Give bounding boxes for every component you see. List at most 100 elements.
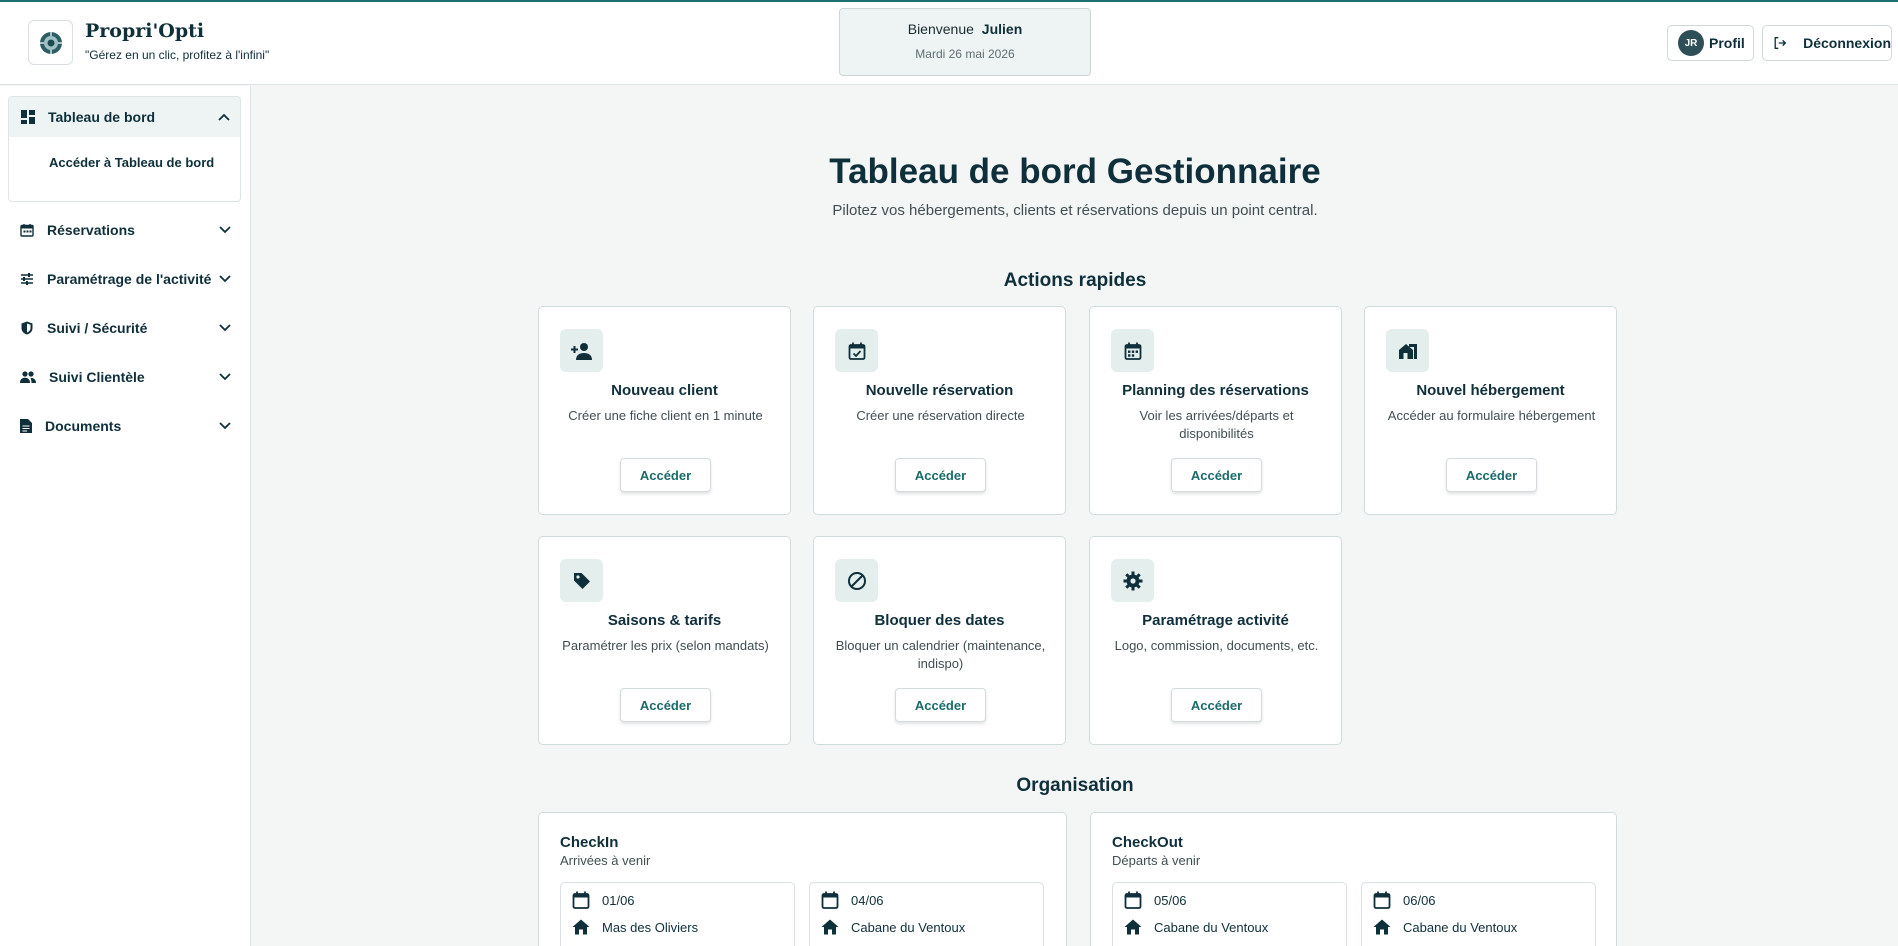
entry-date-row: 04/06 [821, 891, 884, 909]
sidebar-item-reservations[interactable]: Réservations [8, 210, 241, 250]
access-button[interactable]: Accéder [1171, 458, 1262, 492]
shield-icon [21, 321, 33, 335]
checkout-subtitle: Départs à venir [1112, 853, 1201, 868]
access-button[interactable]: Accéder [1171, 688, 1262, 722]
quick-actions-title: Actions rapides [1003, 270, 1147, 291]
checkout-title: CheckOut [1112, 834, 1183, 851]
calendar-icon [1373, 891, 1391, 909]
entry-place: Cabane du Ventoux [1403, 919, 1518, 935]
sidebar-item-dashboard[interactable]: Tableau de bord [9, 97, 240, 137]
calendar-icon [20, 224, 34, 237]
gear-icon [1123, 571, 1142, 590]
sidebar-item-clientele[interactable]: Suivi Clientèle [8, 357, 241, 397]
checkin-title: CheckIn [560, 834, 619, 851]
entry-date: 06/06 [1403, 892, 1436, 908]
chevron-up-icon[interactable] [218, 113, 230, 121]
card-title: Nouvel hébergement [1416, 382, 1565, 399]
card-parametrage-activite: Paramétrage activité Logo, commission, d… [1089, 536, 1342, 745]
entry-date: 04/06 [851, 892, 884, 908]
home-icon [572, 919, 590, 935]
logout-button[interactable]: Déconnexion [1762, 25, 1892, 61]
welcome-label: Bienvenue [907, 21, 974, 37]
chevron-down-icon[interactable] [219, 275, 231, 283]
card-planning-reservations: Planning des réservations Voir les arriv… [1089, 306, 1342, 515]
avatar: JR [1678, 30, 1704, 56]
entry-place: Mas des Oliviers [602, 919, 699, 935]
card-title: Bloquer des dates [874, 612, 1005, 629]
profile-button[interactable]: JR Profil [1667, 25, 1754, 61]
access-button[interactable]: Accéder [895, 458, 986, 492]
sidebar-item-securite[interactable]: Suivi / Sécurité [8, 308, 241, 348]
house-icon [1398, 343, 1417, 359]
sidebar-subitem-dashboard[interactable]: Accéder à Tableau de bord [9, 137, 240, 170]
home-icon [1124, 919, 1142, 935]
calendar-icon [821, 891, 839, 909]
sidebar-item-label: Documents [45, 418, 122, 434]
card-icon [1111, 329, 1154, 372]
app-name: Propri'Opti [85, 20, 205, 42]
access-button[interactable]: Accéder [620, 458, 711, 492]
card-title: Nouveau client [611, 382, 718, 399]
entry-date: 01/06 [602, 892, 635, 908]
entry-date-row: 06/06 [1373, 891, 1436, 909]
entry-place-row: Cabane du Ventoux [821, 919, 965, 935]
chevron-down-icon[interactable] [219, 422, 231, 430]
page-title: Tableau de bord Gestionnaire [829, 152, 1321, 191]
sidebar-item-label: Suivi Clientèle [49, 369, 145, 385]
card-description: Paramétrer les prix (selon mandats) [562, 638, 769, 653]
sidebar-item-label: Réservations [47, 222, 135, 238]
card-description: Bloquer un calendrier (maintenance, indi… [835, 638, 1046, 671]
top-header: Propri'Opti "Gérez en un clic, profitez … [0, 0, 1898, 85]
card-icon [1111, 559, 1154, 602]
access-button[interactable]: Accéder [895, 688, 986, 722]
entry-place-row: Cabane du Ventoux [1373, 919, 1517, 935]
welcome-panel: Bienvenue Julien Mardi 26 mai 2026 [839, 8, 1091, 76]
sidebar: Tableau de bord Accéder à Tableau de bor… [0, 86, 251, 946]
checkin-entry[interactable]: 01/06 Mas des Oliviers [560, 882, 795, 946]
entry-date: 05/06 [1154, 892, 1187, 908]
calendar-check-icon [848, 342, 865, 360]
card-description: Créer une fiche client en 1 minute [568, 408, 763, 423]
chevron-down-icon[interactable] [219, 324, 231, 332]
dashboard-icon [21, 110, 35, 124]
entry-place: Cabane du Ventoux [1154, 919, 1269, 935]
person-add-icon [570, 342, 592, 360]
access-button[interactable]: Accéder [1446, 458, 1537, 492]
app-tagline: "Gérez en un clic, profitez à l'infini" [85, 48, 270, 62]
card-nouveau-client: Nouveau client Créer une fiche client en… [538, 306, 791, 515]
checkin-entry[interactable]: 04/06 Cabane du Ventoux [809, 882, 1044, 946]
page-subtitle: Pilotez vos hébergements, clients et rés… [832, 202, 1318, 219]
profile-label: Profil [1709, 35, 1745, 51]
card-title: Saisons & tarifs [607, 612, 722, 629]
sidebar-item-parametrage[interactable]: Paramétrage de l'activité [8, 259, 241, 299]
checkin-subtitle: Arrivées à venir [560, 853, 651, 868]
card-description: Créer une réservation directe [856, 408, 1025, 423]
card-icon [835, 329, 878, 372]
card-icon [560, 329, 603, 372]
chevron-down-icon[interactable] [219, 226, 231, 234]
chevron-down-icon[interactable] [219, 373, 231, 381]
sidebar-group-dashboard: Tableau de bord Accéder à Tableau de bor… [8, 96, 241, 202]
access-button[interactable]: Accéder [620, 688, 711, 722]
logout-icon [1774, 37, 1787, 49]
logout-label: Déconnexion [1803, 35, 1891, 51]
sidebar-item-label: Suivi / Sécurité [47, 320, 148, 336]
entry-place: Cabane du Ventoux [851, 919, 966, 935]
sidebar-item-documents[interactable]: Documents [8, 406, 241, 446]
home-icon [1373, 919, 1391, 935]
checkout-entry[interactable]: 06/06 Cabane du Ventoux [1361, 882, 1596, 946]
card-icon [560, 559, 603, 602]
checkout-entry[interactable]: 05/06 Cabane du Ventoux [1112, 882, 1347, 946]
app-logo[interactable] [28, 20, 73, 65]
card-description: Accéder au formulaire hébergement [1387, 408, 1596, 423]
calendar-grid-icon [1124, 342, 1141, 360]
checkin-panel: CheckIn Arrivées à venir 01/06 Mas des O… [538, 812, 1067, 946]
calendar-icon [1124, 891, 1142, 909]
checkout-panel: CheckOut Départs à venir 05/06 Cabane du… [1090, 812, 1617, 946]
card-icon [1386, 329, 1429, 372]
sliders-icon [21, 273, 33, 285]
tag-icon [573, 572, 590, 589]
entry-place-row: Mas des Oliviers [572, 919, 698, 935]
entry-date-row: 05/06 [1124, 891, 1187, 909]
card-title: Paramétrage activité [1142, 612, 1289, 629]
